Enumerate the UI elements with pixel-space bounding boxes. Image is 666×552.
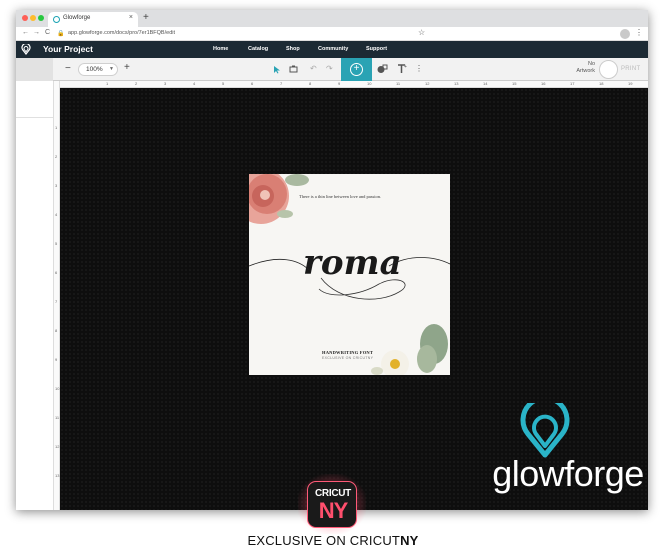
more-options-icon[interactable]: ⋮ xyxy=(415,64,423,73)
text-tool-icon[interactable]: + xyxy=(397,63,407,74)
redo-icon[interactable]: ↷ xyxy=(326,64,333,73)
horizontal-ruler: 1234567891011121314151617181920 xyxy=(60,81,648,88)
select-arrow-icon[interactable] xyxy=(273,65,281,74)
vertical-ruler: 1 2 3 4 5 6 7 8 9 10 11 12 13 xyxy=(53,81,60,510)
print-button[interactable]: PRINT xyxy=(621,66,641,72)
ruler-tick-label: 4 xyxy=(55,212,58,217)
browser-tab-bar: Glowforge × + xyxy=(16,10,648,27)
ruler-tick-label: 1 xyxy=(106,81,109,86)
ruler-tick-label: 9 xyxy=(338,81,341,86)
cricutny-badge: CRICUT NY xyxy=(307,481,357,528)
browser-menu-icon[interactable]: ⋮ xyxy=(635,28,643,37)
left-panel xyxy=(16,81,53,510)
no-artwork-status: No Artwork xyxy=(571,61,595,75)
ruler-tick-label: 16 xyxy=(541,81,546,86)
trace-icon[interactable] xyxy=(289,65,298,74)
lock-icon: 🔒 xyxy=(57,31,65,37)
ruler-tick-label: 17 xyxy=(570,81,575,86)
print-status-indicator xyxy=(599,60,618,79)
back-button[interactable]: ← xyxy=(22,29,29,36)
app-header: Your Project Home Catalog Shop Community… xyxy=(16,41,648,58)
ruler-tick-label: 13 xyxy=(454,81,459,86)
project-title[interactable]: Your Project xyxy=(43,44,93,54)
tab-close-icon[interactable]: × xyxy=(129,14,133,21)
ruler-tick-label: 6 xyxy=(251,81,254,86)
zoom-out-button[interactable]: − xyxy=(65,63,71,74)
add-artwork-button[interactable]: + xyxy=(341,58,372,81)
ruler-tick-label: 8 xyxy=(55,328,58,333)
artwork-image[interactable]: roma There is a thin line between love a… xyxy=(249,174,450,375)
ruler-tick-label: 1 xyxy=(55,125,58,130)
forward-button[interactable]: → xyxy=(33,29,40,36)
editor-toolbar: − 100% ▼ + ↶ ↷ + + ⋮ No Artwork PRINT xyxy=(16,58,648,81)
toolbar-left-panel xyxy=(16,58,53,81)
ruler-tick-label: 12 xyxy=(55,444,60,449)
ruler-tick-label: 5 xyxy=(55,241,58,246)
ruler-tick-label: 3 xyxy=(164,81,167,86)
nav-support[interactable]: Support xyxy=(366,46,387,52)
panel-divider xyxy=(16,117,53,118)
plus-icon: + xyxy=(350,63,363,76)
glowforge-favicon-icon xyxy=(53,16,60,23)
ruler-tick-label: 13 xyxy=(55,473,60,478)
bookmark-star-icon[interactable]: ☆ xyxy=(418,28,425,37)
artwork-subtitle: HANDWRITING FONT xyxy=(322,350,374,355)
artwork-tagline: There is a thin line between love and pa… xyxy=(299,194,382,199)
ruler-tick-label: 10 xyxy=(367,81,372,86)
no-artwork-line1: No xyxy=(587,61,595,67)
new-tab-button[interactable]: + xyxy=(143,12,149,23)
address-bar: ← → C 🔒 app.glowforge.com/docs/pro/7er1B… xyxy=(16,27,648,41)
ruler-tick-label: 19 xyxy=(628,81,633,86)
glowforge-watermark: glowforge xyxy=(488,403,648,503)
artwork-exclusive: EXCLUSIVE ON CRICUTNY xyxy=(322,356,374,360)
svg-text:+: + xyxy=(404,64,407,70)
zoom-in-button[interactable]: + xyxy=(124,62,130,73)
browser-window: Glowforge × + ← → C 🔒 app.glowforge.com/… xyxy=(16,10,648,510)
ruler-tick-label: 7 xyxy=(280,81,283,86)
ruler-tick-label: 15 xyxy=(512,81,517,86)
zoom-value: 100% xyxy=(86,66,103,73)
nav-home[interactable]: Home xyxy=(213,46,228,52)
profile-avatar[interactable] xyxy=(620,29,630,39)
ruler-tick-label: 7 xyxy=(55,299,58,304)
shapes-icon[interactable] xyxy=(377,64,388,74)
ruler-tick-label: 11 xyxy=(396,81,401,86)
roma-font-artwork: roma xyxy=(249,174,450,375)
footer-prefix: EXCLUSIVE ON CRICUT xyxy=(247,533,401,548)
url-field[interactable]: app.glowforge.com/docs/pro/7er1BFQB/edit xyxy=(68,30,175,36)
glowforge-logo-icon[interactable] xyxy=(21,44,31,55)
close-window-button[interactable] xyxy=(22,15,28,21)
nav-shop[interactable]: Shop xyxy=(286,46,300,52)
ruler-tick-label: 6 xyxy=(55,270,58,275)
ruler-tick-label: 5 xyxy=(222,81,225,86)
ruler-tick-label: 8 xyxy=(309,81,312,86)
ruler-tick-label: 12 xyxy=(425,81,430,86)
zoom-select[interactable]: 100% ▼ xyxy=(78,63,118,76)
nav-catalog[interactable]: Catalog xyxy=(248,46,268,52)
ruler-tick-label: 18 xyxy=(599,81,604,86)
ruler-tick-label: 2 xyxy=(55,154,58,159)
ruler-tick-label: 9 xyxy=(55,357,58,362)
ruler-tick-label: 10 xyxy=(55,386,60,391)
nav-community[interactable]: Community xyxy=(318,46,348,52)
ruler-tick-label: 4 xyxy=(193,81,196,86)
reload-button[interactable]: C xyxy=(45,29,50,36)
ruler-tick-label: 14 xyxy=(483,81,488,86)
tab-title: Glowforge xyxy=(63,15,91,21)
chevron-down-icon: ▼ xyxy=(109,66,114,72)
badge-ny-text: NY xyxy=(318,498,349,523)
browser-tab[interactable]: Glowforge × xyxy=(48,12,138,27)
ruler-tick-label: 2 xyxy=(135,81,138,86)
ruler-tick-label: 11 xyxy=(55,415,60,420)
maximize-window-button[interactable] xyxy=(38,15,44,21)
footer-bold: NY xyxy=(400,533,419,548)
no-artwork-line2: Artwork xyxy=(576,68,595,74)
minimize-window-button[interactable] xyxy=(30,15,36,21)
exclusive-footer: EXCLUSIVE ON CRICUTNY xyxy=(0,533,666,548)
undo-icon[interactable]: ↶ xyxy=(310,64,317,73)
glowforge-wordmark: glowforge xyxy=(492,453,644,494)
script-title: roma xyxy=(303,243,402,283)
ruler-tick-label: 3 xyxy=(55,183,58,188)
